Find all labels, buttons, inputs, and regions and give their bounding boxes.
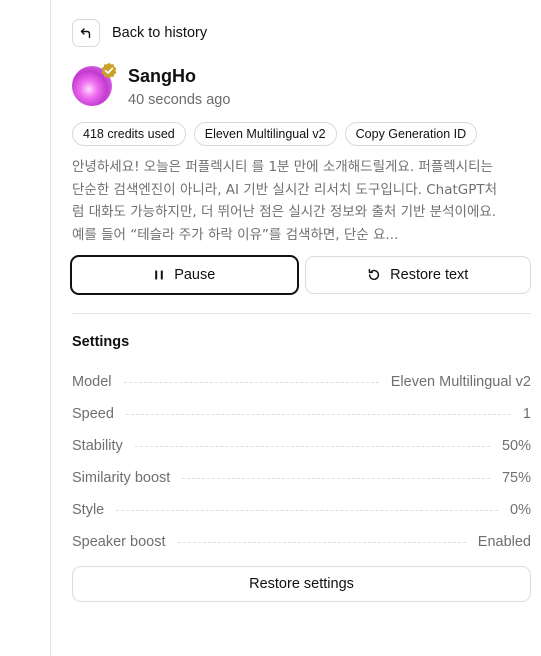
- dotted-leader: [182, 477, 490, 479]
- setting-row-stability: Stability 50%: [72, 430, 531, 462]
- setting-row-model: Model Eleven Multilingual v2: [72, 366, 531, 398]
- setting-value: 1: [522, 406, 531, 422]
- setting-value: Eleven Multilingual v2: [390, 374, 531, 390]
- back-to-history-link[interactable]: Back to history: [72, 19, 207, 47]
- setting-label: Similarity boost: [72, 470, 171, 486]
- action-buttons: Pause Restore text: [70, 255, 531, 295]
- setting-value: 0%: [510, 502, 531, 518]
- dotted-leader: [125, 413, 511, 415]
- setting-label: Speaker boost: [72, 534, 166, 550]
- restore-settings-button[interactable]: Restore settings: [72, 566, 531, 602]
- generated-text-preview: 안녕하세요! 오늘은 퍼플렉시티 를 1분 만에 소개해드릴게요. 퍼플렉시티는…: [72, 159, 498, 243]
- dotted-leader: [116, 509, 499, 511]
- setting-row-similarity-boost: Similarity boost 75%: [72, 462, 531, 494]
- setting-value: 75%: [501, 470, 531, 486]
- setting-label: Speed: [72, 406, 114, 422]
- arrow-return-left-icon: [80, 28, 91, 39]
- credits-used-chip: 418 credits used: [72, 122, 186, 146]
- setting-row-speed: Speed 1: [72, 398, 531, 430]
- user-text: SangHo 40 seconds ago: [128, 62, 230, 110]
- timestamp: 40 seconds ago: [128, 92, 231, 108]
- verified-badge-icon: [101, 62, 117, 79]
- restore-icon: [368, 268, 380, 280]
- left-rail: [0, 0, 51, 656]
- avatar-wrapper: [72, 62, 117, 106]
- dotted-leader: [177, 541, 466, 543]
- back-button[interactable]: [72, 19, 100, 47]
- setting-label: Style: [72, 502, 105, 518]
- setting-label: Stability: [72, 438, 123, 454]
- dotted-leader: [134, 445, 490, 447]
- copy-generation-id-button[interactable]: Copy Generation ID: [344, 122, 478, 146]
- setting-value: Enabled: [477, 534, 531, 550]
- setting-label: Model: [72, 374, 112, 390]
- model-chip: Eleven Multilingual v2: [193, 122, 337, 146]
- restore-text-button[interactable]: Restore text: [304, 256, 531, 294]
- setting-row-style: Style 0%: [72, 494, 531, 526]
- pause-label: Pause: [174, 267, 216, 283]
- back-label: Back to history: [112, 25, 208, 41]
- dotted-leader: [123, 381, 379, 383]
- settings-title: Settings: [72, 334, 130, 350]
- user-name: SangHo: [128, 66, 197, 86]
- divider: [72, 313, 531, 314]
- settings-list: Model Eleven Multilingual v2 Speed 1 Sta…: [72, 366, 531, 558]
- info-chips: 418 credits used Eleven Multilingual v2 …: [72, 122, 478, 146]
- pause-icon: [155, 270, 163, 280]
- restore-text-label: Restore text: [390, 267, 469, 283]
- setting-value: 50%: [501, 438, 531, 454]
- pause-button[interactable]: Pause: [70, 255, 299, 295]
- profile-header: SangHo 40 seconds ago: [72, 62, 230, 110]
- setting-row-speaker-boost: Speaker boost Enabled: [72, 526, 531, 558]
